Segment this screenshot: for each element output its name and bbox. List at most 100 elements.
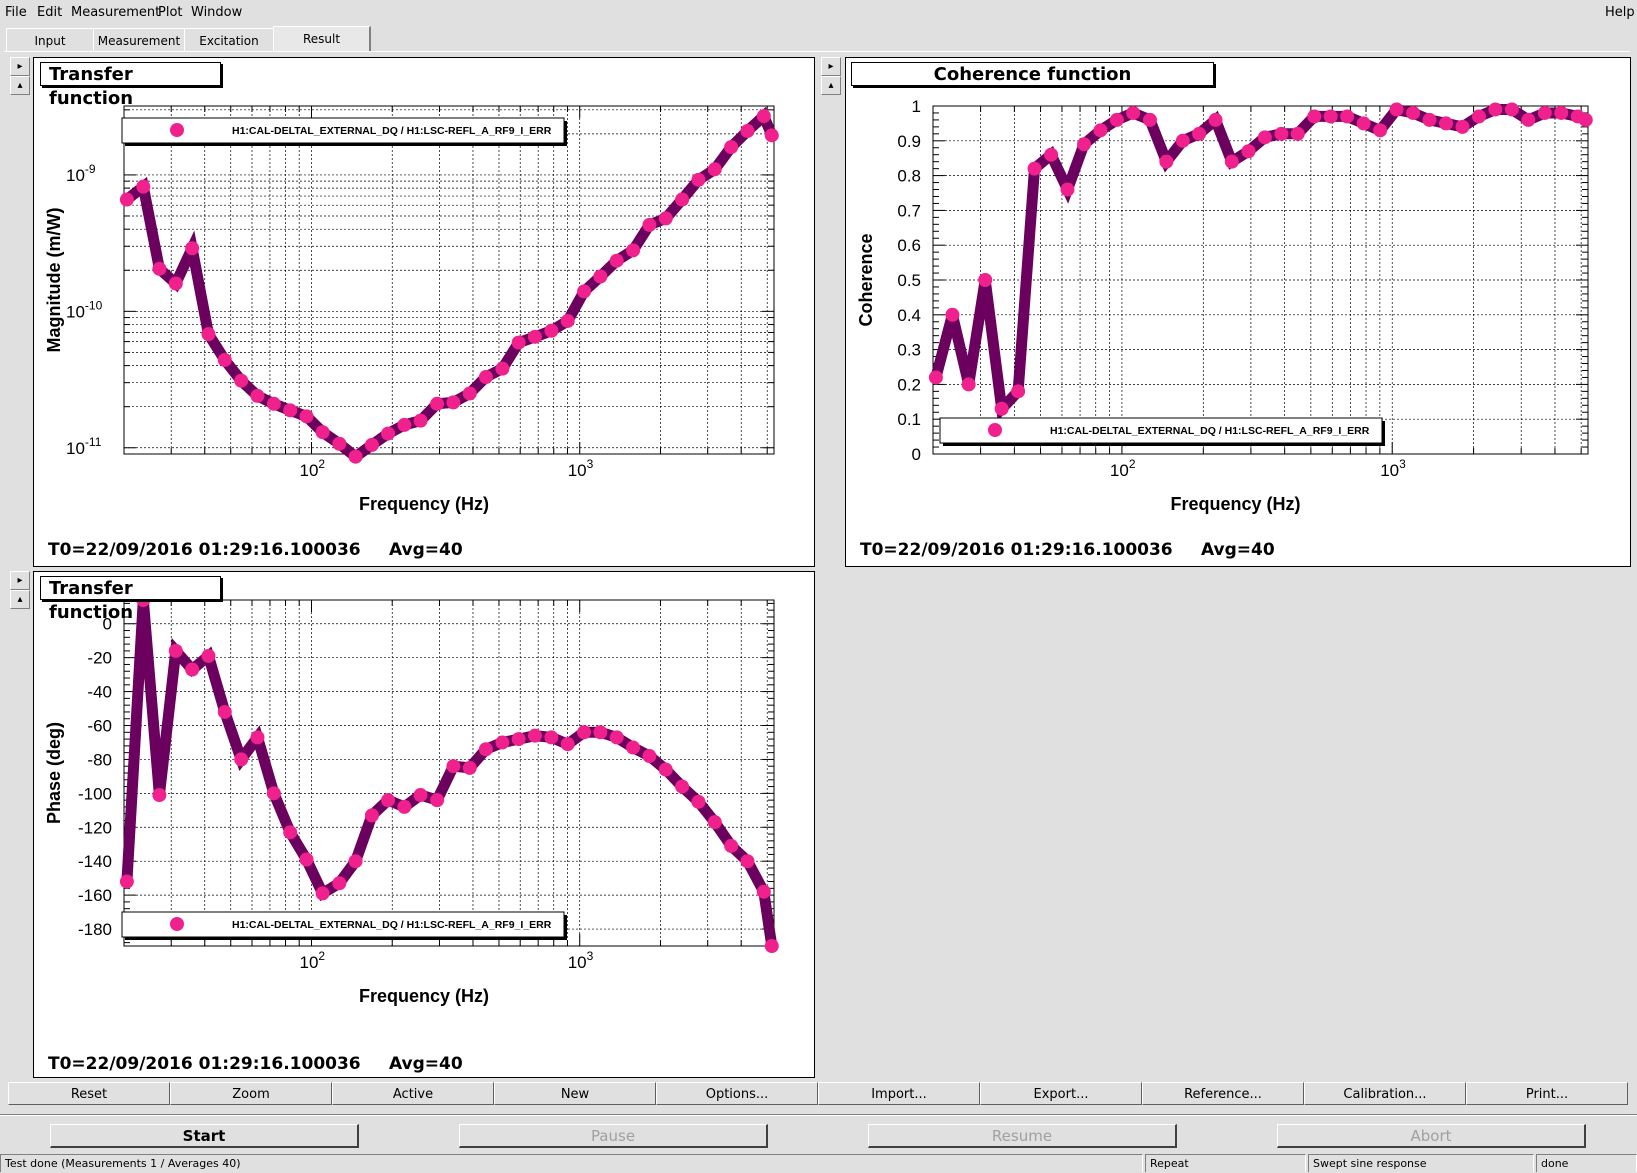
data-point xyxy=(1011,384,1026,399)
abort-button[interactable]: Abort xyxy=(1277,1124,1586,1148)
data-point xyxy=(756,884,771,899)
data-point xyxy=(266,396,281,411)
reference-button[interactable]: Reference... xyxy=(1142,1082,1304,1105)
y-tick-label: 1 xyxy=(912,97,921,116)
data-point xyxy=(168,276,183,291)
status-measurement-type: Swept sine response xyxy=(1308,1154,1534,1172)
data-point xyxy=(560,313,575,328)
pad3-down-arrow-icon[interactable]: ▴ xyxy=(10,590,30,609)
data-point xyxy=(185,241,200,256)
pad2-up-arrow-icon[interactable]: ▸ xyxy=(821,57,841,76)
data-point xyxy=(234,752,249,767)
data-point xyxy=(1340,109,1355,124)
data-point xyxy=(381,793,396,808)
data-point xyxy=(1077,137,1092,152)
options-button[interactable]: Options... xyxy=(656,1082,818,1105)
calibration-button[interactable]: Calibration... xyxy=(1304,1082,1466,1105)
data-point xyxy=(397,417,412,432)
resume-button[interactable]: Resume xyxy=(868,1124,1177,1148)
data-point xyxy=(1192,126,1207,141)
data-point xyxy=(1290,126,1305,141)
data-point xyxy=(544,730,559,745)
active-button[interactable]: Active xyxy=(332,1082,494,1105)
data-point xyxy=(577,725,592,740)
tab-excitation[interactable]: Excitation xyxy=(184,28,274,51)
coherence-plot-pad[interactable]: 102 103 0 0.1 0.2 0.3 0.4 0.5 0.6 0.7 0.8 0.9 1 Frequ… xyxy=(845,57,1631,567)
magnitude-footer-avg: Avg=40 xyxy=(389,540,463,560)
pause-button[interactable]: Pause xyxy=(459,1124,768,1148)
y-tick-label: 0.4 xyxy=(897,306,921,325)
data-point xyxy=(626,740,641,755)
data-point xyxy=(1488,102,1503,117)
data-point xyxy=(1274,126,1289,141)
data-point xyxy=(266,786,281,801)
magnitude-plot-pad[interactable]: 102 103 10-11 10-10 10-9 Frequency (Hz) Magnit… xyxy=(33,57,815,567)
data-point xyxy=(217,704,232,719)
new-button[interactable]: New xyxy=(494,1082,656,1105)
menu-file[interactable]: File xyxy=(5,5,27,20)
magnitude-footer-t0: T0=22/09/2016 01:29:16.100036 xyxy=(48,540,361,560)
y-tick-label: -40 xyxy=(87,683,112,702)
data-point xyxy=(724,140,739,155)
print-button[interactable]: Print... xyxy=(1466,1082,1628,1105)
data-point xyxy=(1126,105,1141,120)
data-point xyxy=(446,759,461,774)
data-point xyxy=(691,172,706,187)
y-tick-label: -100 xyxy=(78,784,112,803)
data-point xyxy=(707,815,722,830)
pad1-up-arrow-icon[interactable]: ▸ xyxy=(10,57,30,76)
data-point xyxy=(446,395,461,410)
data-point xyxy=(1109,112,1124,127)
pad2-down-arrow-icon[interactable]: ▴ xyxy=(821,76,841,95)
pad3-up-arrow-icon[interactable]: ▸ xyxy=(10,571,30,590)
import-button[interactable]: Import... xyxy=(818,1082,980,1105)
y-tick-label: 0.3 xyxy=(897,341,921,360)
phase-plot-pad[interactable]: 1021030-20-40-60-80-100-120-140-160-180F… xyxy=(33,571,815,1078)
data-point xyxy=(740,123,755,138)
export-button[interactable]: Export... xyxy=(980,1082,1142,1105)
data-point xyxy=(315,886,330,901)
magnitude-title: Transfer function xyxy=(40,62,221,109)
tab-result[interactable]: Result xyxy=(273,26,371,51)
y-axis-label: Coherence xyxy=(856,233,876,326)
data-point xyxy=(413,788,428,803)
data-point xyxy=(961,377,976,392)
phase-footer-t0: T0=22/09/2016 01:29:16.100036 xyxy=(48,1054,361,1074)
data-point xyxy=(560,737,575,752)
data-point xyxy=(527,728,542,743)
x-tick-label: 103 xyxy=(568,457,594,480)
data-point xyxy=(642,749,657,764)
data-point xyxy=(1521,112,1536,127)
tab-measurement[interactable]: Measurement xyxy=(93,28,185,51)
legend-label: H1:CAL-DELTAL_EXTERNAL_DQ / H1:LSC-REFL_… xyxy=(1050,425,1370,437)
y-tick-label: 0.7 xyxy=(897,201,921,220)
data-point xyxy=(283,825,298,840)
x-axis-label: Frequency (Hz) xyxy=(359,494,489,514)
start-button[interactable]: Start xyxy=(50,1124,359,1148)
data-point xyxy=(152,261,167,276)
zoom-button[interactable]: Zoom xyxy=(170,1082,332,1105)
legend-label: H1:CAL-DELTAL_EXTERNAL_DQ / H1:LSC-REFL_… xyxy=(232,919,552,931)
x-axis-label: Frequency (Hz) xyxy=(1170,494,1300,514)
menu-edit[interactable]: Edit xyxy=(37,5,62,20)
menu-measurement[interactable]: Measurement xyxy=(71,5,160,20)
data-point xyxy=(201,648,216,663)
data-point xyxy=(1159,154,1174,169)
data-point xyxy=(430,793,445,808)
data-point xyxy=(413,413,428,428)
tab-input[interactable]: Input xyxy=(6,28,94,51)
reset-button[interactable]: Reset xyxy=(8,1082,170,1105)
data-point xyxy=(1224,154,1239,169)
menu-window[interactable]: Window xyxy=(191,5,242,20)
data-point xyxy=(1175,133,1190,148)
y-tick-label: 0.8 xyxy=(897,167,921,186)
menu-plot[interactable]: Plot xyxy=(158,5,183,20)
data-point xyxy=(201,327,216,342)
menu-help[interactable]: Help xyxy=(1605,5,1635,20)
coherence-title: Coherence function xyxy=(851,62,1214,86)
phase-chart: 1021030-20-40-60-80-100-120-140-160-180F… xyxy=(44,593,779,1006)
pad1-down-arrow-icon[interactable]: ▴ xyxy=(10,76,30,95)
status-message: Test done (Measurements 1 / Averages 40) xyxy=(0,1154,1143,1172)
data-point xyxy=(217,352,232,367)
magnitude-chart: 102 103 10-11 10-10 10-9 Frequency (Hz) Magnit… xyxy=(44,105,779,514)
